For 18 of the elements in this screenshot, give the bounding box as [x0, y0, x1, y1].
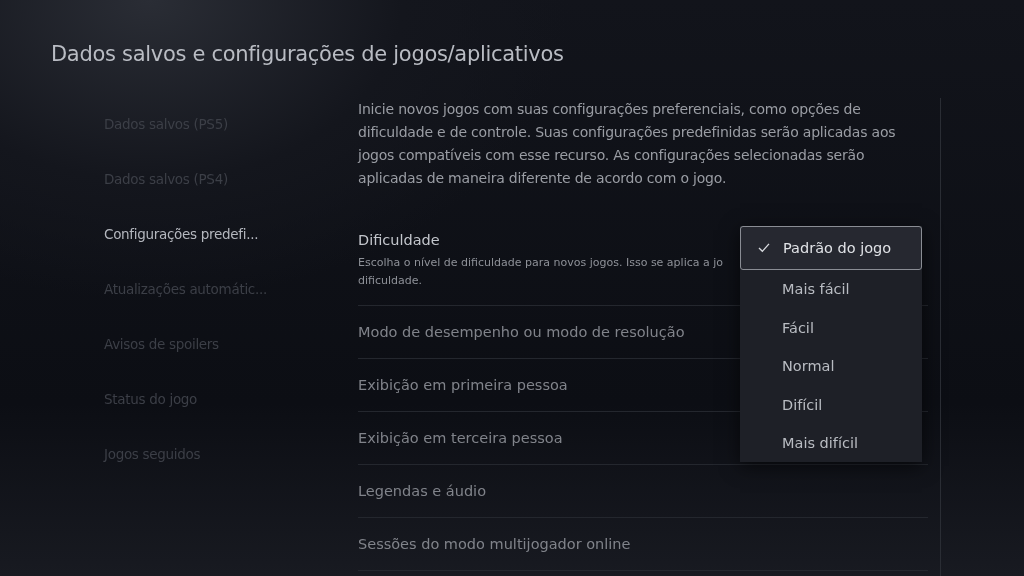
check-icon	[758, 243, 770, 253]
page-title: Dados salvos e configurações de jogos/aplicativos	[51, 42, 564, 66]
dropdown-option[interactable]: Mais fácil	[740, 270, 922, 309]
dropdown-option[interactable]: Fácil	[740, 308, 922, 347]
dropdown-option[interactable]: Padrão do jogo	[740, 226, 922, 270]
setting-label[interactable]: Sessões do modo multijogador online	[358, 536, 631, 552]
dropdown-option[interactable]: Difícil	[740, 385, 922, 424]
setting-label[interactable]: Exibição em terceira pessoa	[358, 430, 563, 446]
setting-label[interactable]: Dificuldade	[358, 232, 440, 248]
setting-label[interactable]: Modo de desempenho ou modo de resolução	[358, 324, 685, 340]
intro-text: Inicie novos jogos com suas configurações preferenciais, como opções de dificuldade e de controle. Suas configurações predefinidas serão aplicadas aos jogos compatíveis com esse recurso. As configurações selecionadas serão aplicadas de maneira diferente de acordo com o jogo.	[358, 100, 897, 188]
setting-label[interactable]: Exibição em primeira pessoa	[358, 377, 568, 393]
setting-description: Escolha o nível de dificuldade para novos jogos. Isso se aplica a jo	[358, 255, 723, 271]
dropdown-option[interactable]: Normal	[740, 347, 922, 386]
setting-description: dificuldade.	[358, 273, 422, 289]
sidebar-item[interactable]: Configurações predefi...	[104, 226, 354, 247]
dropdown-option[interactable]: Mais difícil	[740, 424, 922, 463]
setting-label[interactable]: Legendas e áudio	[358, 483, 487, 499]
